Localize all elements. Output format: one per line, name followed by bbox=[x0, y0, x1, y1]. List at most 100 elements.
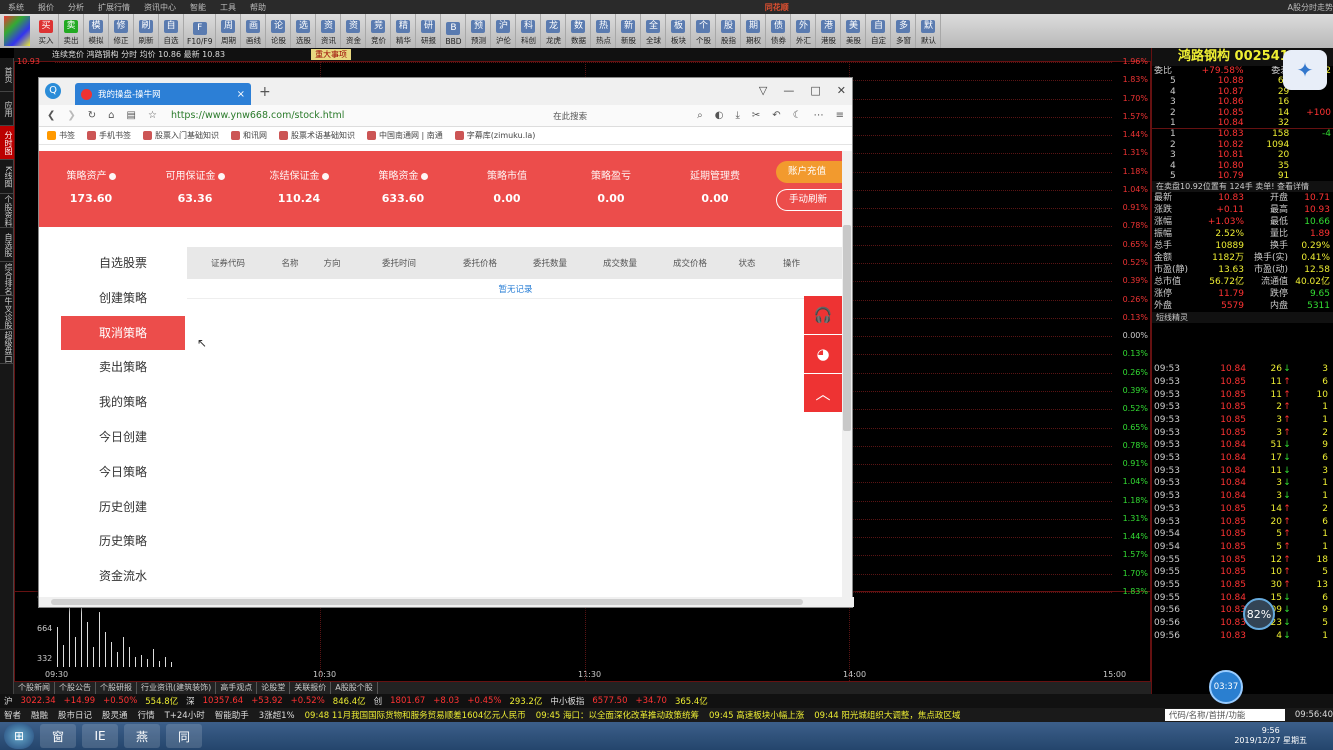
toolbar-button[interactable]: 竞竞价 bbox=[366, 14, 392, 48]
memory-gauge[interactable]: 82% bbox=[1243, 598, 1275, 630]
toolbar-button[interactable]: 研研报 bbox=[416, 14, 442, 48]
start-button[interactable]: ⊞ bbox=[4, 723, 34, 749]
buy-level-row[interactable]: 1 10.83 158 -4 bbox=[1152, 129, 1333, 139]
toolbar-button[interactable]: 自自选 bbox=[159, 14, 184, 48]
recharge-button[interactable]: 账户充值 bbox=[776, 161, 844, 183]
news-item[interactable]: 智能助手 bbox=[215, 709, 249, 721]
buy-level-row[interactable]: 3 10.81 20 bbox=[1152, 150, 1333, 160]
taskbar-app[interactable]: 窗 bbox=[40, 724, 76, 748]
toolbar-button[interactable]: 修修正 bbox=[109, 14, 134, 48]
toolbar-button[interactable]: 美美股 bbox=[841, 14, 867, 48]
left-strip-item[interactable]: 分时图 bbox=[0, 126, 14, 160]
help-icon[interactable] bbox=[108, 172, 116, 180]
bookmark-item[interactable]: 和讯网 bbox=[231, 130, 267, 141]
toolbar-button[interactable]: 精精华 bbox=[391, 14, 417, 48]
toolbar-button[interactable]: 期期权 bbox=[741, 14, 767, 48]
toolbar-button[interactable]: 个个股 bbox=[691, 14, 717, 48]
left-strip-item[interactable]: 牛叉诊股 bbox=[0, 296, 14, 330]
left-strip-item[interactable]: 综合排名 bbox=[0, 262, 14, 296]
toolbar-button[interactable]: 买买入 bbox=[34, 14, 59, 48]
minimize-icon[interactable]: — bbox=[783, 84, 794, 97]
sidenav-item[interactable]: 今日策略 bbox=[61, 455, 185, 490]
toolbar-button[interactable]: 周周期 bbox=[216, 14, 242, 48]
toolbar-button[interactable]: 资资金 bbox=[341, 14, 367, 48]
left-strip-item[interactable]: 首页 bbox=[0, 58, 14, 92]
sidenav-item[interactable]: 资金流水 bbox=[61, 559, 185, 594]
toolbar-button[interactable]: 板板块 bbox=[666, 14, 692, 48]
bookmark-item[interactable]: 字幕库(zimuku.la) bbox=[454, 130, 535, 141]
left-strip-item[interactable]: 应用 bbox=[0, 92, 14, 126]
new-tab-icon[interactable]: + bbox=[259, 84, 271, 100]
sidenav-item[interactable]: 自选股票 bbox=[61, 246, 185, 281]
menu-item[interactable]: 报价 bbox=[38, 2, 54, 13]
sell-level-row[interactable]: 3 10.86 16 bbox=[1152, 97, 1333, 107]
menu-item[interactable]: 智能 bbox=[190, 2, 206, 13]
toolbar-button[interactable]: B BBD bbox=[441, 14, 467, 48]
back-to-top-icon[interactable]: ︿ bbox=[804, 374, 842, 412]
buy-level-row[interactable]: 4 10.80 35 bbox=[1152, 161, 1333, 171]
sidenav-item[interactable]: 我的策略 bbox=[61, 385, 185, 420]
news-item[interactable]: 09:45 高速板块小幅上涨 bbox=[709, 709, 804, 721]
taskbar-clock[interactable]: 9:56 2019/12/27 星期五 bbox=[1234, 726, 1307, 746]
sz-index[interactable]: 10357.64 bbox=[203, 696, 244, 706]
sidenav-item[interactable]: 历史创建 bbox=[61, 490, 185, 525]
left-strip-item[interactable]: 自选股 bbox=[0, 228, 14, 262]
horizontal-scrollbar[interactable] bbox=[39, 597, 854, 607]
download-icon[interactable]: ⤓ bbox=[735, 110, 739, 121]
reload-icon[interactable]: ↻ bbox=[88, 110, 96, 121]
stock-search-input[interactable]: 代码/名称/首拼/功能 bbox=[1164, 709, 1285, 721]
menu-item[interactable]: 扩展行情 bbox=[98, 2, 130, 13]
news-item[interactable]: 融融 bbox=[31, 709, 48, 721]
toolbar-button[interactable]: 科科创 bbox=[516, 14, 542, 48]
buy-level-row[interactable]: 2 10.82 1094 bbox=[1152, 140, 1333, 150]
news-item[interactable]: 09:44 阳光城组织大调整，焦点政区域 bbox=[814, 709, 960, 721]
toolbar-button[interactable]: 自自定 bbox=[866, 14, 892, 48]
bookmark-item[interactable]: 中国南通网 | 南通 bbox=[367, 130, 443, 141]
reader-icon[interactable]: ▤ bbox=[127, 110, 136, 121]
bottom-tab[interactable]: 关联报价 bbox=[290, 682, 332, 694]
forward-icon[interactable]: ❯ bbox=[67, 110, 75, 121]
vertical-scrollbar[interactable] bbox=[842, 151, 852, 598]
sell-level-row[interactable]: 1 10.84 32 bbox=[1152, 118, 1333, 128]
url-field[interactable]: https://www.ynw668.com/stock.html bbox=[171, 110, 344, 121]
bottom-tab[interactable]: 行业资讯(建筑装饰) bbox=[137, 682, 217, 694]
bottom-tab[interactable]: 个股研报 bbox=[96, 682, 137, 694]
toolbar-button[interactable]: 多多窗 bbox=[891, 14, 917, 48]
menu-item[interactable]: 资讯中心 bbox=[144, 2, 176, 13]
undo-icon[interactable]: ↶ bbox=[772, 110, 780, 121]
cy-index[interactable]: 1801.67 bbox=[390, 696, 425, 706]
sh-index[interactable]: 3022.34 bbox=[21, 696, 56, 706]
zx-index[interactable]: 6577.50 bbox=[592, 696, 627, 706]
toolbar-button[interactable]: 模模拟 bbox=[84, 14, 109, 48]
windows-tile-icon[interactable] bbox=[4, 16, 30, 46]
help-icon[interactable] bbox=[217, 172, 225, 180]
menu-icon[interactable]: ≡ bbox=[836, 110, 844, 121]
sidenav-item[interactable]: 创建策略 bbox=[61, 281, 185, 316]
shirt-icon[interactable]: ▽ bbox=[759, 84, 767, 97]
search-input[interactable]: 在此搜索 bbox=[553, 110, 685, 122]
news-item[interactable]: 股灵通 bbox=[102, 709, 128, 721]
cut-icon[interactable]: ✂ bbox=[752, 110, 760, 121]
news-item[interactable]: 3涨超1% bbox=[259, 709, 295, 721]
menu-item[interactable]: 分析 bbox=[68, 2, 84, 13]
star-icon[interactable]: ☆ bbox=[148, 110, 157, 121]
bottom-tab[interactable]: A股股个股 bbox=[331, 682, 378, 694]
back-icon[interactable]: ❮ bbox=[47, 110, 55, 121]
bottom-tab[interactable]: 个股新闻 bbox=[14, 682, 55, 694]
toolbar-button[interactable]: 卖卖出 bbox=[59, 14, 84, 48]
left-strip-item[interactable]: 个股资料 bbox=[0, 194, 14, 228]
short-line-elf-header[interactable]: 短线精灵 bbox=[1152, 312, 1333, 324]
toolbar-button[interactable]: 外外汇 bbox=[791, 14, 817, 48]
search-icon[interactable]: ⌕ bbox=[697, 110, 703, 121]
sidenav-item[interactable]: 卖出策略 bbox=[61, 350, 185, 385]
browser-logo-icon[interactable]: Q bbox=[45, 83, 61, 99]
close-icon[interactable]: ✕ bbox=[837, 84, 846, 97]
tab-close-icon[interactable]: × bbox=[237, 89, 245, 100]
vertical-scroll-thumb[interactable] bbox=[843, 225, 851, 431]
toolbar-button[interactable]: 画画线 bbox=[241, 14, 267, 48]
toolbar-button[interactable]: 数数据 bbox=[566, 14, 592, 48]
menu-item[interactable]: 帮助 bbox=[250, 2, 266, 13]
bookmark-item[interactable]: 股票入门基础知识 bbox=[143, 130, 219, 141]
help-icon[interactable] bbox=[420, 172, 428, 180]
toolbar-button[interactable]: 新新股 bbox=[616, 14, 642, 48]
